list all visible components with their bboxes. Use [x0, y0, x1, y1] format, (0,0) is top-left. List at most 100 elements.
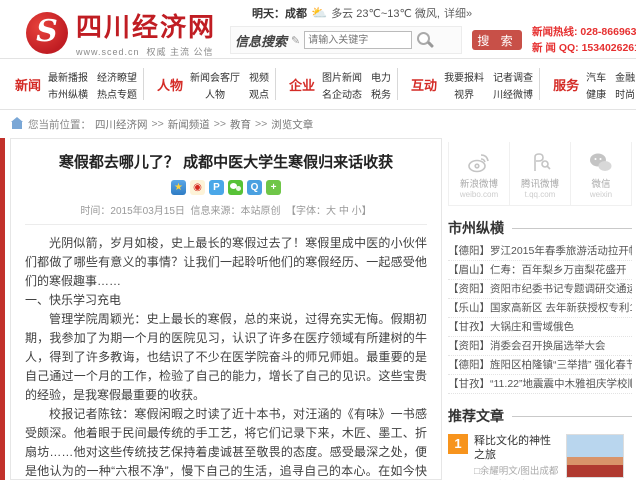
nav-item[interactable]: 川经微博: [493, 86, 533, 100]
nav-item[interactable]: 视界: [444, 86, 484, 100]
sina-weibo-follow[interactable]: 新浪微博 weibo.com: [449, 142, 510, 205]
nav-people[interactable]: 人物: [150, 75, 190, 94]
left-red-accent: [0, 138, 5, 480]
nav-item[interactable]: 观点: [249, 86, 269, 100]
nav-item[interactable]: 时尚: [615, 86, 635, 100]
article-meta: 时间：2015年03月15日 信息来源：本站原创 【字体：大 中 小】: [25, 202, 427, 225]
city-news-list: 【德阳】罗江2015年春季旅游活动拉开帷幕 【眉山】仁寿：百年梨乡万亩梨花盛开 …: [448, 242, 632, 394]
list-item[interactable]: 【德阳】旌阳区柏隆镇“三举措” 强化春节期间: [448, 356, 632, 375]
site-url-tagline: www.sced.cn 权威 主流 公信: [76, 45, 216, 58]
list-item[interactable]: 【甘孜】“11.22”地震震中木雅祖庆学校顺利: [448, 375, 632, 394]
nav-item[interactable]: 最新播报: [48, 69, 88, 83]
site-header: S 四川经济网 www.sced.cn 权威 主流 公信 明天：成都 ⛅ 多云 …: [0, 0, 636, 58]
nav-interact[interactable]: 互动: [404, 75, 444, 94]
nav-item[interactable]: 我要报料: [444, 69, 484, 83]
logo-swirl-icon: S: [26, 12, 68, 54]
nav-interact-sub: 我要报料 视界 记者调查 川经微博: [444, 69, 533, 100]
article-body: 光阴似箭，岁月如梭，史上最长的寒假过去了！寒假里成中医的小伙伴们都做了哪些有意义…: [25, 234, 427, 480]
list-item[interactable]: 【资阳】消委会召开换届选举大会: [448, 337, 632, 356]
nav-people-sub: 新闻会客厅 人物 视频 观点: [190, 69, 269, 100]
article-paragraph: 光阴似箭，岁月如梭，史上最长的寒假过去了！寒假里成中医的小伙伴们都做了哪些有意义…: [25, 234, 427, 291]
breadcrumb-current[interactable]: 浏览文章: [271, 117, 313, 132]
nav-item[interactable]: 名企动态: [322, 86, 362, 100]
pencil-icon: ✎: [291, 34, 300, 47]
list-item[interactable]: 【乐山】国家高新区 去年新获授权专利148件: [448, 299, 632, 318]
breadcrumb-prefix: 您当前位置：: [28, 117, 91, 132]
breadcrumb-sep: >>: [214, 118, 226, 130]
weather-detail-link[interactable]: 详细»: [444, 5, 472, 21]
search-panel: 信息搜索 ✎: [230, 26, 462, 54]
tencent-weibo-follow[interactable]: 腾讯微博 t.qq.com: [510, 142, 571, 205]
article-source: 信息来源：本站原创: [190, 206, 280, 217]
nav-item[interactable]: 人物: [190, 86, 240, 100]
nav-enterprise[interactable]: 企业: [282, 75, 322, 94]
fontsize-prefix: 【字体：: [286, 206, 326, 217]
tencent-weibo-icon: [510, 150, 570, 176]
nav-news-sub: 最新播报 市州纵横 经济瞭望 热点专题: [48, 69, 137, 100]
breadcrumb-sep: >>: [255, 118, 267, 130]
qzone-share-icon[interactable]: ★: [171, 180, 186, 195]
nav-item[interactable]: 市州纵横: [48, 86, 88, 100]
content-area: 寒假都去哪儿了？ 成都中医大学生寒假归来话收获 ★ ◉ P Q + 时间：201…: [0, 138, 636, 480]
nav-divider: [397, 68, 398, 100]
main-nav: 新闻 最新播报 市州纵横 经济瞭望 热点专题 人物 新闻会客厅 人物 视频 观点…: [0, 58, 636, 110]
wechat-share-icon[interactable]: [228, 180, 243, 195]
weibo-icon: [449, 150, 509, 176]
more-share-icon[interactable]: +: [266, 180, 281, 195]
nav-news[interactable]: 新闻: [8, 75, 48, 94]
weather-bar: 明天：成都 ⛅ 多云 23℃~13℃ 微风, 详细»: [252, 5, 472, 21]
fontsize-large[interactable]: 大: [326, 206, 336, 217]
list-item[interactable]: 【资阳】资阳市纪委书记专题调研交通运输工作: [448, 280, 632, 299]
weather-label: 明天：成都: [252, 5, 307, 21]
share-row: ★ ◉ P Q +: [25, 180, 427, 195]
right-sidebar: 新浪微博 weibo.com 腾讯微博 t.qq.com: [448, 138, 632, 480]
wechat-follow[interactable]: 微信 weixin: [571, 142, 631, 205]
weather-condition: 多云 23℃~13℃ 微风,: [331, 5, 440, 21]
breadcrumb-site[interactable]: 四川经济网: [95, 117, 148, 132]
nav-item[interactable]: 经济瞭望: [97, 69, 137, 83]
nav-item[interactable]: 视频: [249, 69, 269, 83]
article-section-heading: 一、快乐学习充电: [25, 291, 427, 310]
nav-item[interactable]: 健康: [586, 86, 606, 100]
weibo-share-icon[interactable]: ◉: [190, 180, 205, 195]
nav-item[interactable]: 金融: [615, 69, 635, 83]
search-button[interactable]: 搜 索: [472, 30, 522, 50]
search-input[interactable]: [304, 31, 412, 49]
article-title: 寒假都去哪儿了？ 成都中医大学生寒假归来话收获: [25, 151, 427, 172]
search-label: 信息搜索: [235, 31, 287, 50]
nav-item[interactable]: 税务: [371, 86, 391, 100]
site-logo[interactable]: S 四川经济网 www.sced.cn 权威 主流 公信: [26, 7, 216, 58]
nav-item[interactable]: 新闻会客厅: [190, 69, 240, 83]
article-time: 时间：2015年03月15日: [80, 206, 185, 217]
nav-divider: [275, 68, 276, 100]
nav-divider: [539, 68, 540, 100]
article-thumbnail[interactable]: [566, 434, 624, 478]
rank-badge: 1: [448, 434, 468, 454]
breadcrumb-category[interactable]: 教育: [230, 117, 251, 132]
home-icon: [12, 122, 22, 129]
fontsize-small[interactable]: 小: [352, 206, 362, 217]
breadcrumb-sep: >>: [152, 118, 164, 130]
list-item[interactable]: 【眉山】仁寿：百年梨乡万亩梨花盛开: [448, 261, 632, 280]
article-paragraph: 校报记者陈铉：寒假闲暇之时读了近十本书，对汪涵的《有味》一书感受颇深。他着眼于民…: [25, 405, 427, 480]
recommend-item-1[interactable]: 1 释比文化的神性之旅 □余耀明文/图出成都平原过都江堰……: [448, 434, 632, 480]
qq-share-icon[interactable]: Q: [247, 180, 262, 195]
fontsize-medium[interactable]: 中: [339, 206, 349, 217]
nav-item[interactable]: 记者调查: [493, 69, 533, 83]
list-item[interactable]: 【甘孜】大锅庄和雪域俄色: [448, 318, 632, 337]
nav-service-sub: 汽车 健康 金融 时尚 旅游 三农 教育 看片: [586, 69, 636, 100]
nav-service[interactable]: 服务: [546, 75, 586, 94]
nav-item[interactable]: 图片新闻: [322, 69, 362, 83]
fontsize-suffix: 】: [362, 206, 372, 217]
nav-item[interactable]: 电力: [371, 69, 391, 83]
list-item[interactable]: 【德阳】罗江2015年春季旅游活动拉开帷幕: [448, 242, 632, 261]
news-hotline: 新闻热线: 028-86696397 新 闻 QQ: 1534026261: [532, 24, 636, 56]
breadcrumb-channel[interactable]: 新闻频道: [168, 117, 210, 132]
nav-item[interactable]: 汽车: [586, 69, 606, 83]
weather-cloud-icon: ⛅: [311, 5, 327, 21]
breadcrumb: 您当前位置： 四川经济网 >> 新闻频道 >> 教育 >> 浏览文章: [0, 110, 636, 138]
magnifier-icon[interactable]: [416, 31, 434, 49]
social-box: 新浪微博 weibo.com 腾讯微博 t.qq.com: [448, 142, 632, 206]
nav-item[interactable]: 热点专题: [97, 86, 137, 100]
tieba-share-icon[interactable]: P: [209, 180, 224, 195]
